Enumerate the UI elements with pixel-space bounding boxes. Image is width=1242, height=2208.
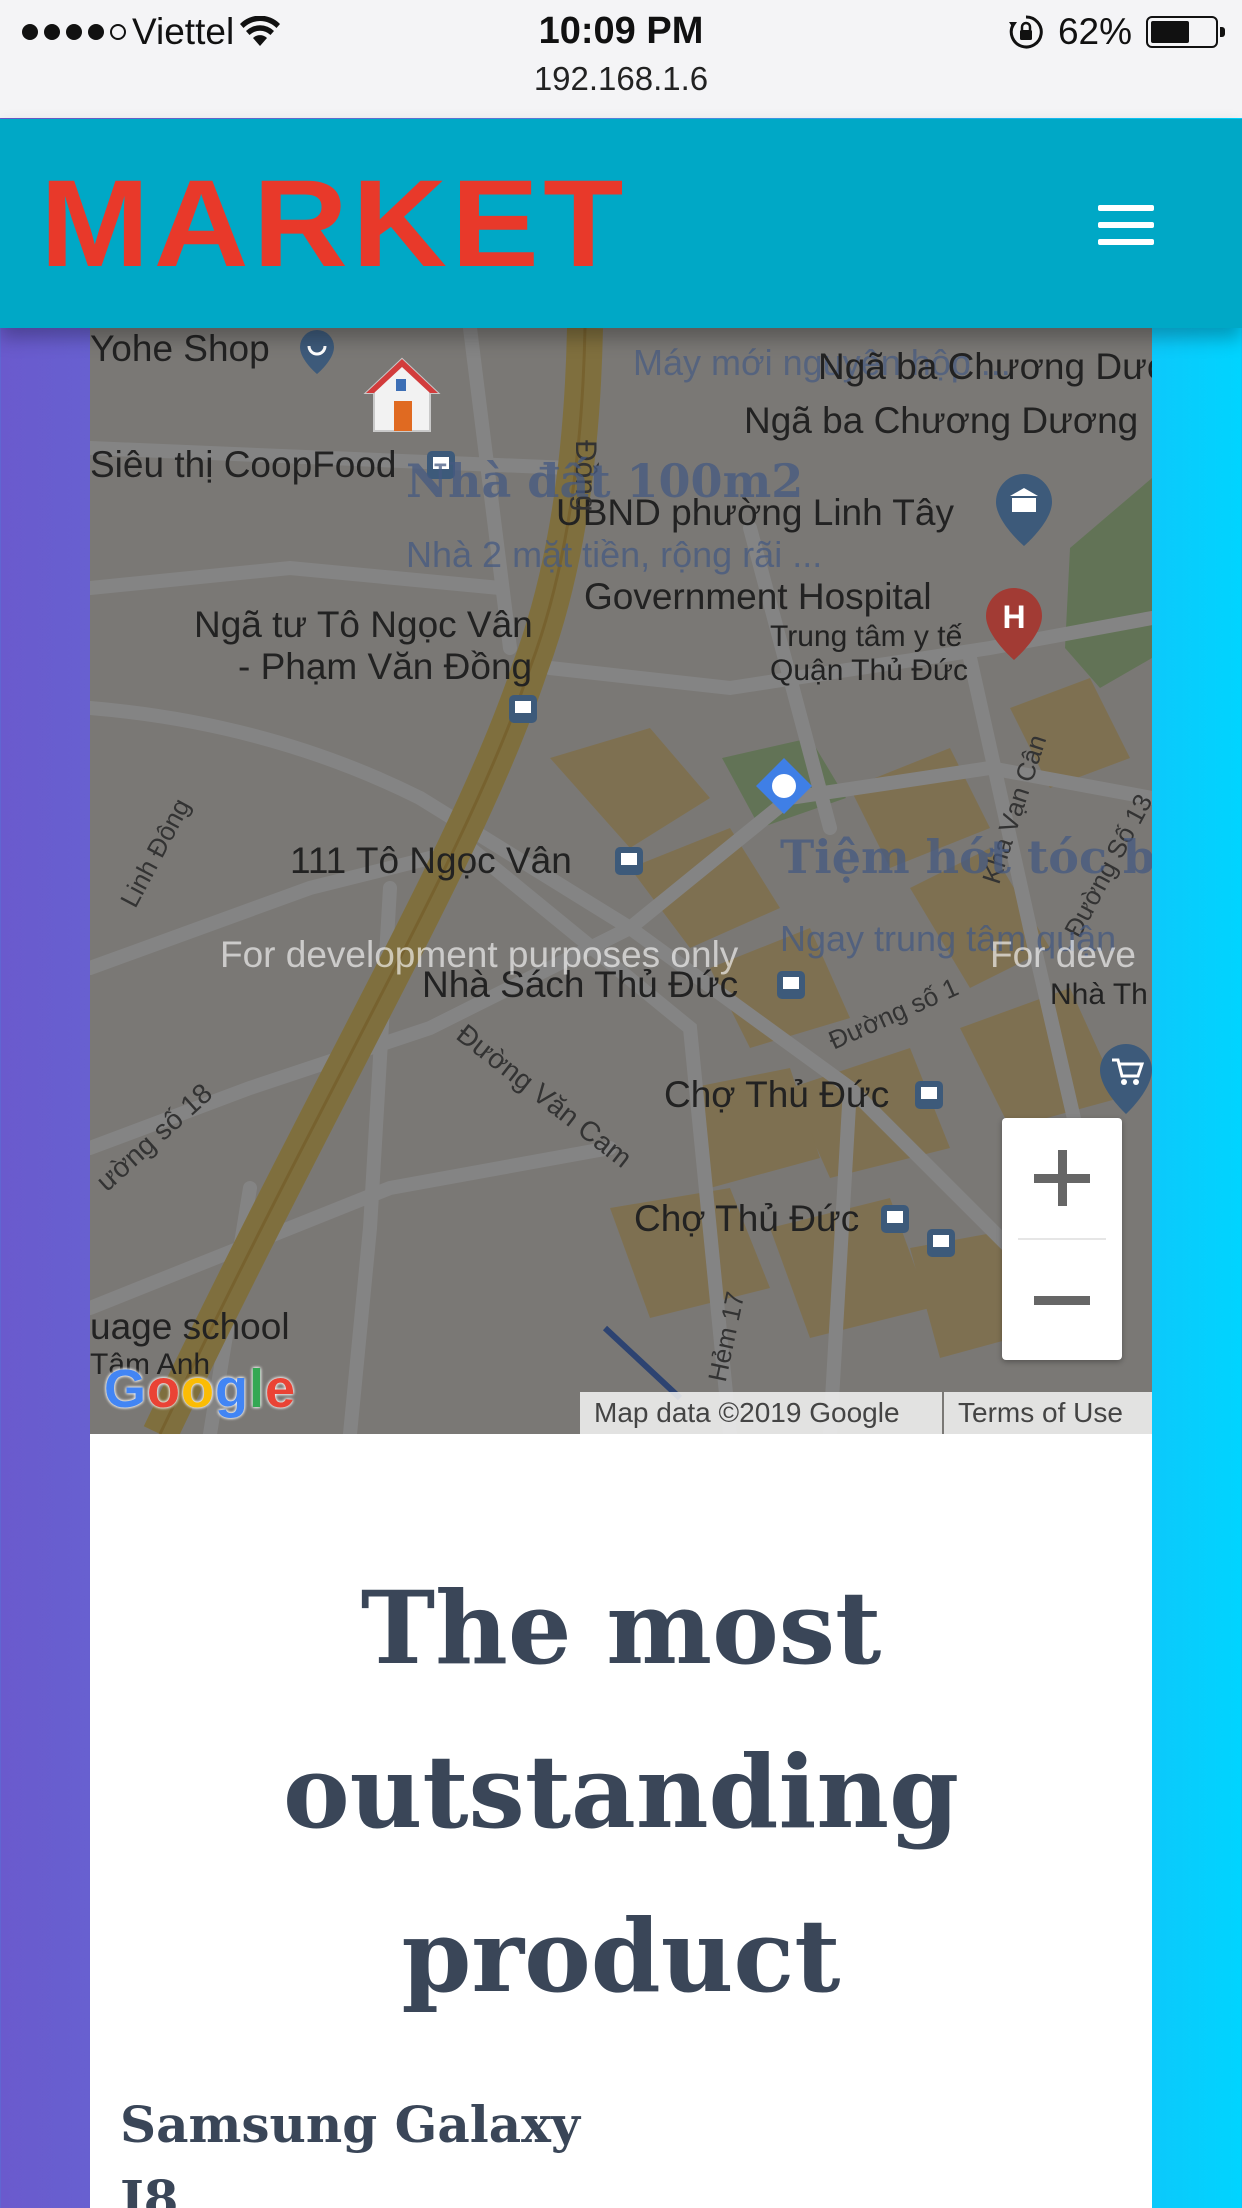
main-content: Yohe Shop Máy mới nguyên hộp ... Ngã ba … bbox=[90, 328, 1152, 2208]
current-location-icon bbox=[756, 758, 812, 814]
page-url[interactable]: 192.168.1.6 bbox=[0, 60, 1242, 98]
status-right: 62% bbox=[1008, 10, 1225, 54]
government-icon bbox=[996, 474, 1052, 546]
shopping-cart-icon bbox=[1100, 1044, 1152, 1114]
bus-stop-icon bbox=[615, 847, 643, 875]
battery-percent: 62% bbox=[1057, 11, 1132, 52]
bus-stop-icon bbox=[509, 695, 537, 723]
bus-stop-icon bbox=[881, 1205, 909, 1233]
zoom-control bbox=[1002, 1118, 1122, 1360]
map-label: Ngã tư Tô Ngọc Vân bbox=[194, 604, 533, 645]
map-label: Siêu thị CoopFood bbox=[90, 444, 397, 485]
battery-icon bbox=[1146, 16, 1225, 48]
battery-fill bbox=[1151, 21, 1190, 43]
zoom-in-button[interactable] bbox=[1002, 1118, 1122, 1238]
svg-text:H: H bbox=[1002, 599, 1025, 635]
orientation-lock-icon bbox=[1008, 15, 1043, 49]
site-logo[interactable]: MARKET bbox=[40, 162, 628, 286]
google-map[interactable]: Yohe Shop Máy mới nguyên hộp ... Ngã ba … bbox=[90, 328, 1152, 1434]
dev-watermark: For development purposes only bbox=[220, 934, 739, 975]
terms-of-use-link[interactable]: Terms of Use bbox=[944, 1392, 1152, 1434]
map-label: 111 Tô Ngọc Vân bbox=[290, 840, 572, 881]
map-label: Chợ Thủ Đức bbox=[664, 1074, 890, 1115]
info-window-subtitle: Nhà 2 mặt tiền, rộng rãi ... bbox=[406, 534, 823, 575]
map-label: Chợ Thủ Đức bbox=[634, 1198, 860, 1239]
bus-stop-icon bbox=[777, 971, 805, 999]
bus-stop-icon bbox=[927, 1229, 955, 1257]
zoom-out-button[interactable] bbox=[1002, 1240, 1122, 1360]
map-label: Yohe Shop bbox=[90, 328, 270, 369]
bus-stop-icon bbox=[915, 1081, 943, 1109]
map-attribution[interactable]: Map data ©2019 Google bbox=[580, 1392, 942, 1434]
status-bar: Viettel 10:09 PM 192.168.1.6 62% bbox=[0, 0, 1242, 118]
map-label: Government Hospital bbox=[584, 576, 932, 617]
dev-watermark: For deve bbox=[990, 934, 1137, 975]
site-header: MARKET bbox=[0, 119, 1242, 328]
minus-icon bbox=[1034, 1296, 1090, 1305]
map-label: - Phạm Văn Đồng bbox=[238, 646, 533, 687]
map-label: uage school bbox=[90, 1306, 290, 1347]
map-label: Nhà Th bbox=[1050, 978, 1148, 1011]
map-label: Quận Thủ Đức bbox=[770, 654, 968, 687]
map-label: Trung tâm y tế bbox=[770, 620, 963, 653]
product-name[interactable]: Samsung Galaxy J8 bbox=[120, 2088, 620, 2208]
hamburger-menu-icon[interactable] bbox=[1098, 205, 1154, 245]
info-window-title[interactable]: Nhà đất 100m2 bbox=[406, 454, 803, 508]
info-window-title[interactable]: Tiệm hớt tóc b bbox=[780, 830, 1152, 884]
shop-icon bbox=[300, 330, 334, 374]
map-label: Ngã ba Chương Dương bbox=[818, 346, 1152, 387]
map-label: Ngã ba Chương Dương bbox=[744, 400, 1139, 441]
section-title: The most outstanding product bbox=[282, 1569, 960, 2015]
google-logo[interactable]: Google bbox=[104, 1358, 296, 1420]
house-marker-icon[interactable] bbox=[362, 355, 442, 435]
hospital-icon: H bbox=[986, 588, 1042, 660]
